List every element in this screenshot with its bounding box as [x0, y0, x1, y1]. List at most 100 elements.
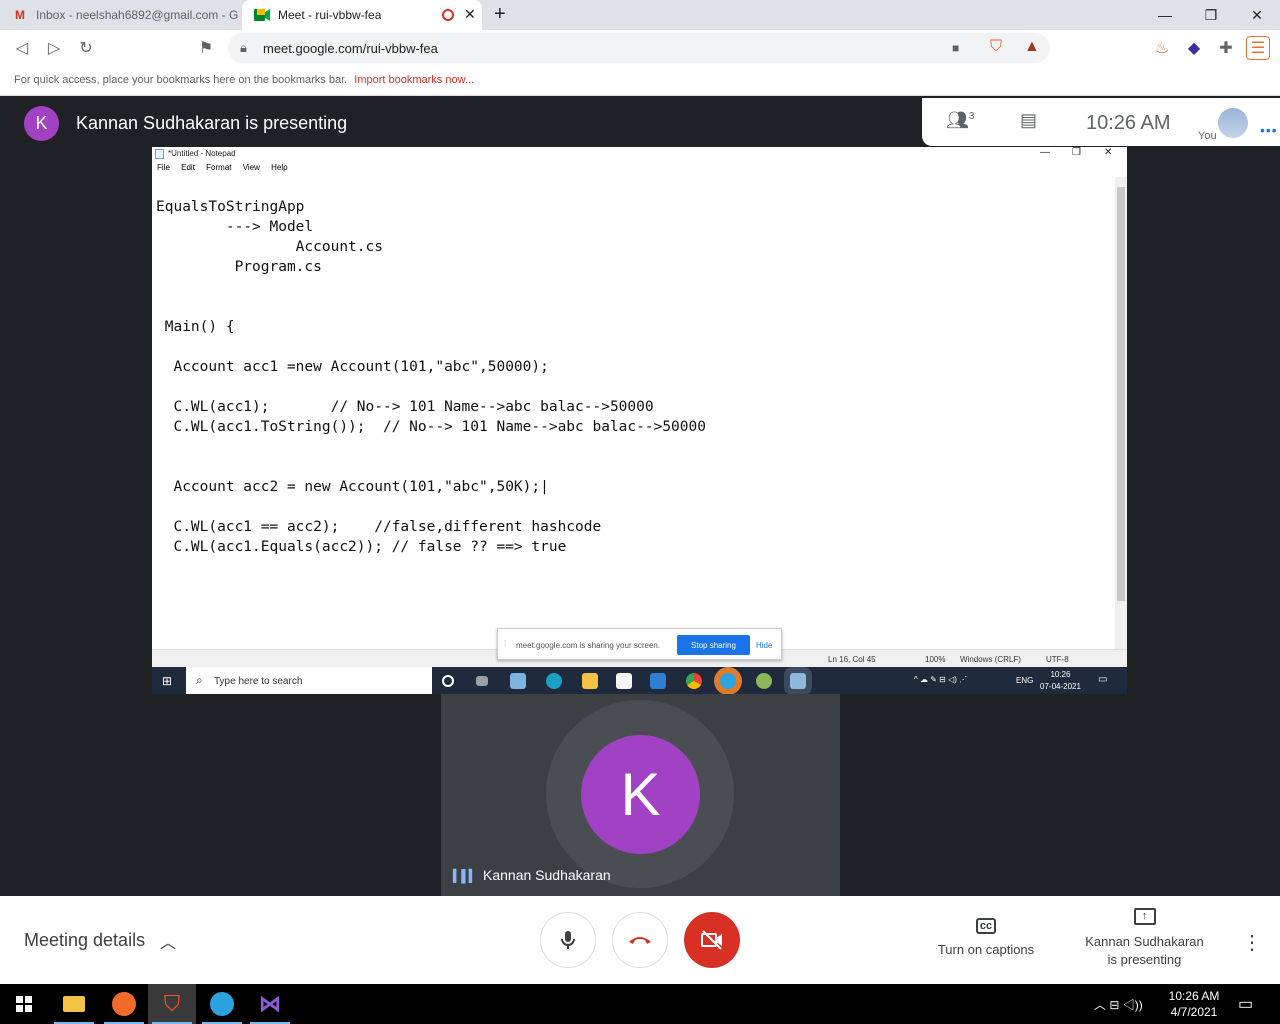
participants-icon[interactable]: 👥︎3 — [946, 110, 974, 131]
presenting-title: Kannan Sudhakaran is presenting — [76, 113, 348, 133]
tray-icons: ^ ☁ ✎ ⊟ ◁) ⋰ — [914, 675, 968, 684]
present-label-1: Kannan Sudhakaran — [1085, 934, 1204, 949]
bookmarks-message: For quick access, place your bookmarks h… — [14, 74, 475, 86]
menu-view[interactable]: View — [243, 163, 260, 172]
audio-level-icon: ▍▌▍ — [453, 869, 478, 883]
bookmark-icon[interactable]: ⚑ — [194, 36, 218, 60]
start-button[interactable] — [0, 984, 48, 1024]
more-options-icon[interactable]: ••• — [1260, 122, 1278, 138]
tab-gmail[interactable]: M Inbox - neelshah6892@gmail.com - G — [0, 0, 240, 30]
extensions-puzzle-icon[interactable]: ✚ — [1214, 36, 1238, 60]
present-button[interactable]: ↑ Kannan Sudhakaran is presenting — [1072, 908, 1217, 969]
notepad-scrollbar[interactable] — [1115, 177, 1127, 649]
notepad-taskbar-icon — [790, 673, 806, 689]
new-tab-button[interactable]: + — [494, 3, 506, 26]
taskbar-telegram[interactable] — [198, 984, 246, 1024]
windows-start-icon: ⊞ — [162, 674, 173, 688]
hide-share-bar-link[interactable]: Hide — [756, 641, 772, 650]
taskbar-brave[interactable]: ⛉ — [148, 984, 196, 1024]
notepad-menu: File Edit Format View Help — [152, 163, 1127, 177]
shared-screen: *Untitled - Notepad — ❐ ✕ File Edit Form… — [152, 147, 1127, 694]
close-window-icon[interactable]: ✕ — [1234, 0, 1280, 30]
zoom-level: 100% — [925, 655, 946, 664]
tab-title: Meet - rui-vbbw-fea — [278, 8, 382, 22]
self-avatar[interactable] — [1218, 108, 1248, 138]
drag-handle-icon[interactable]: ⁞ — [504, 639, 506, 648]
cortana-icon — [442, 675, 454, 687]
gmail-icon: M — [15, 8, 25, 22]
notepad-maximize-icon[interactable]: ❐ — [1072, 147, 1081, 158]
restore-icon[interactable]: ❐ — [1188, 0, 1234, 30]
code-line: C.WL(acc1); // No--> 101 Name-->abc bala… — [156, 399, 654, 415]
notepad-minimize-icon[interactable]: — — [1040, 147, 1050, 158]
taskbar-visual-studio[interactable]: ⋈ — [246, 984, 294, 1024]
minimize-icon[interactable]: — — [1142, 0, 1188, 30]
share-message: meet.google.com is sharing your screen. — [516, 641, 661, 650]
app-icon — [510, 673, 526, 689]
meet-icon — [254, 7, 270, 23]
tab-close-icon[interactable]: ✕ — [464, 6, 476, 23]
system-clock[interactable]: 10:26 AM 4/7/2021 — [1166, 988, 1222, 1020]
address-bar[interactable]: 🔒︎ meet.google.com/rui-vbbw-fea ■ ⛉ ▲ — [228, 33, 1050, 63]
browser-tab-strip: M Inbox - neelshah6892@gmail.com - G Mee… — [0, 0, 1280, 30]
action-center-icon[interactable]: ▭ — [1238, 994, 1253, 1014]
code-line: Account.cs — [156, 239, 383, 255]
notification-icon: ▭ — [1098, 674, 1108, 685]
forward-icon[interactable]: ▷ — [42, 36, 66, 60]
brave-rewards-icon[interactable]: ▲ — [1024, 38, 1040, 56]
code-line: ---> Model — [156, 219, 314, 235]
menu-help[interactable]: Help — [271, 163, 287, 172]
windows-taskbar: ⛉ ⋈ ︿ ⊟ ◁)) 10:26 AM 4/7/2021 ▭ — [0, 984, 1280, 1024]
participant-tile: K ▍▌▍ Kannan Sudhakaran — [441, 694, 840, 896]
more-options-icon[interactable]: ⋮ — [1242, 930, 1262, 955]
camera-off-button[interactable] — [684, 912, 740, 968]
captions-button[interactable]: cc Turn on captions — [926, 918, 1046, 957]
url-text: meet.google.com/rui-vbbw-fea — [263, 41, 438, 56]
stop-sharing-button[interactable]: Stop sharing — [677, 635, 750, 655]
extension-cube-icon[interactable]: ◆ — [1182, 36, 1206, 60]
notepad-text-area[interactable]: EqualsToStringApp ---> Model Account.cs … — [152, 177, 1114, 649]
encoding: UTF-8 — [1046, 655, 1069, 664]
back-icon[interactable]: ◁ — [10, 36, 34, 60]
bookmarks-bar: For quick access, place your bookmarks h… — [0, 66, 1280, 96]
menu-edit[interactable]: Edit — [181, 163, 195, 172]
folder-icon — [63, 996, 85, 1012]
recording-indicator-icon — [442, 9, 454, 21]
tab-meet[interactable]: Meet - rui-vbbw-fea ✕ — [242, 0, 482, 30]
meet-bottom-bar: Meeting details ︿ cc Turn on captions ↑ … — [0, 896, 1280, 984]
search-placeholder: Type here to search — [214, 676, 303, 687]
compass-icon — [112, 992, 136, 1016]
microphone-button[interactable] — [540, 912, 596, 968]
screen-share-bar: ⁞ meet.google.com is sharing your screen… — [497, 628, 782, 660]
extension-flame-icon[interactable]: ♨ — [1150, 36, 1174, 60]
participant-name: Kannan Sudhakaran — [483, 867, 611, 883]
header-panel: 👥︎3 ▤ 10:26 AM You ••• — [922, 98, 1280, 146]
participant-count: 3 — [968, 111, 975, 122]
camera-icon[interactable]: ■ — [952, 41, 959, 55]
taskbar-file-explorer[interactable] — [50, 984, 98, 1024]
telegram-icon — [720, 673, 736, 689]
brave-shield-icon[interactable]: ⛉ — [990, 38, 1002, 56]
shared-language: ENG — [1016, 676, 1034, 685]
chevron-up-icon[interactable]: ︿ — [160, 929, 176, 953]
store-icon — [616, 673, 632, 689]
task-view-icon — [476, 676, 488, 686]
leave-call-button[interactable] — [612, 912, 668, 968]
menu-icon[interactable]: ☰ — [1246, 36, 1270, 60]
tab-title: Inbox - neelshah6892@gmail.com - G — [36, 8, 239, 22]
brave-icon: ⛉ — [163, 991, 181, 1016]
reload-icon[interactable]: ↻ — [74, 36, 98, 60]
import-bookmarks-link[interactable]: Import bookmarks now... — [354, 74, 474, 86]
code-line: C.WL(acc1.Equals(acc2)); // false ?? ==>… — [156, 539, 567, 555]
notepad-close-icon[interactable]: ✕ — [1104, 147, 1112, 158]
taskbar-app[interactable] — [100, 984, 148, 1024]
menu-format[interactable]: Format — [206, 163, 231, 172]
scroll-thumb[interactable] — [1117, 187, 1125, 601]
lock-icon: 🔒︎ — [240, 40, 247, 55]
chat-icon[interactable]: ▤ — [1020, 110, 1037, 131]
system-tray-icons[interactable]: ︿ ⊟ ◁)) — [1094, 996, 1143, 1013]
menu-file[interactable]: File — [157, 163, 170, 172]
captions-icon: cc — [976, 918, 996, 934]
code-line: Main() { — [156, 319, 235, 335]
meeting-details-button[interactable]: Meeting details — [24, 930, 145, 951]
